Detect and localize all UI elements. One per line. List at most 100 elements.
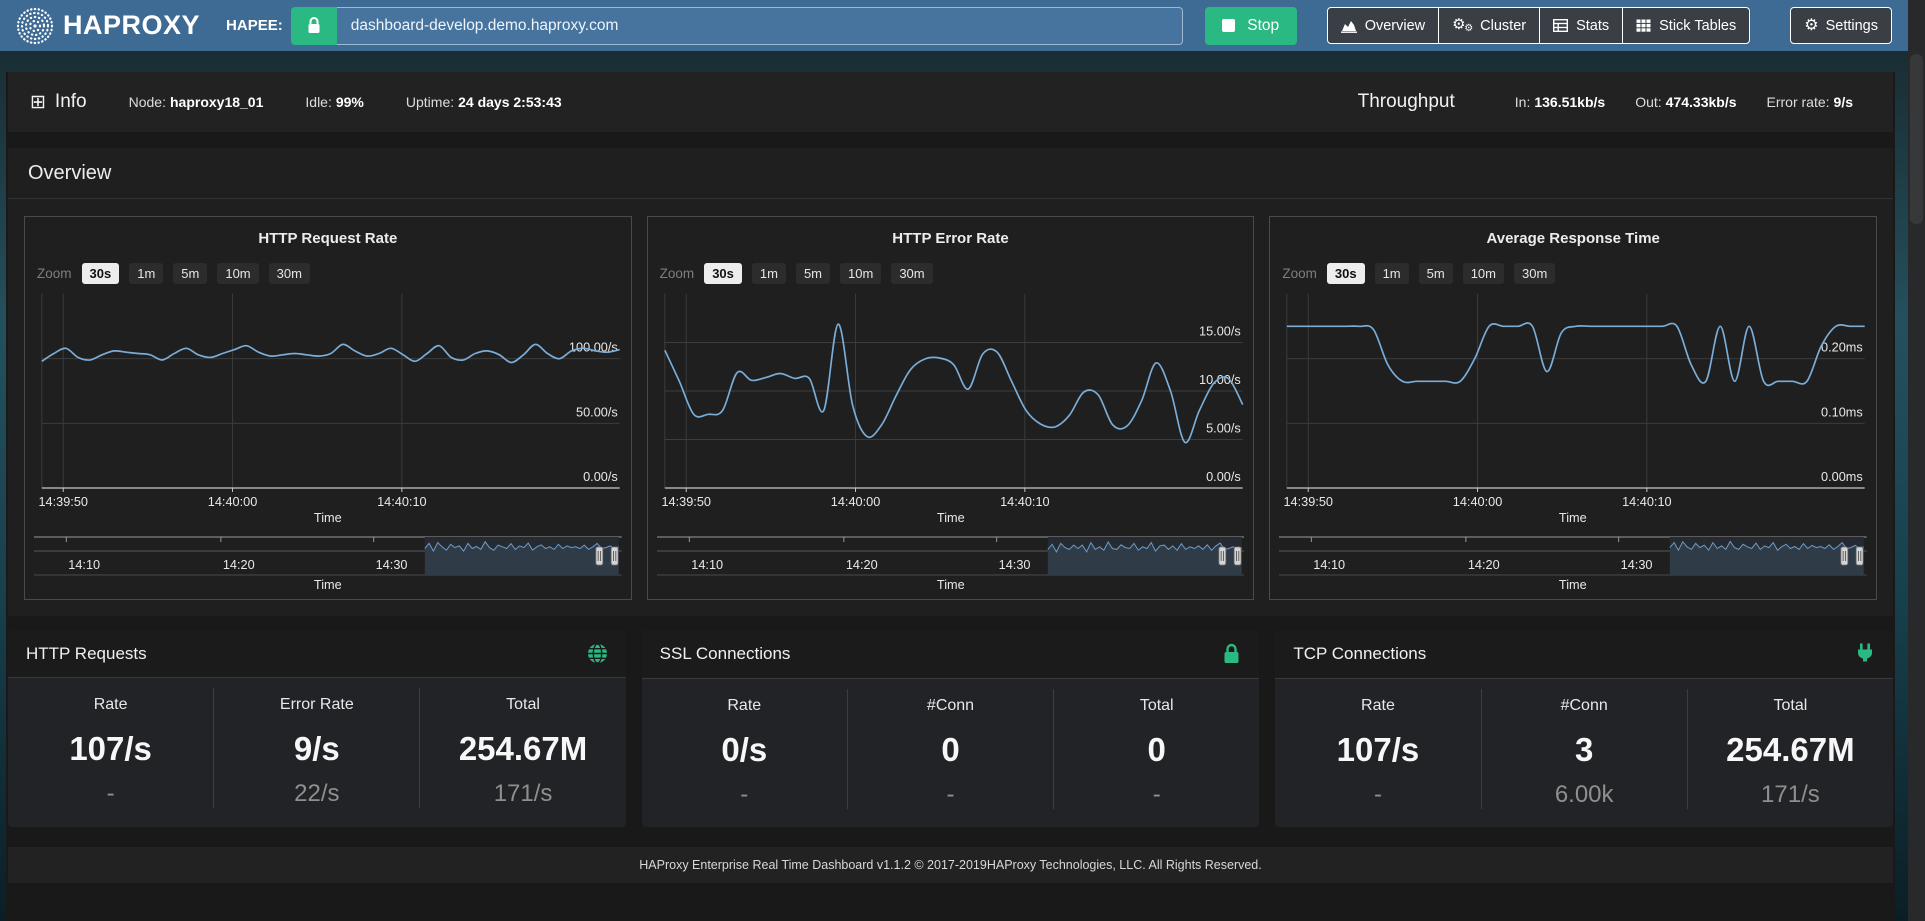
stat-label: Total — [1688, 697, 1893, 715]
stop-icon — [1222, 19, 1235, 32]
zoom-option-5m[interactable]: 5m — [796, 263, 830, 284]
info-title[interactable]: ⊞ Info — [30, 91, 87, 114]
card-header: HTTP Requests — [8, 630, 626, 678]
svg-text:14:40:10: 14:40:10 — [1000, 494, 1050, 509]
card-title: HTTP Requests — [26, 644, 147, 664]
svg-text:14:20: 14:20 — [1468, 557, 1500, 572]
card-tcp-connections: TCP Connections Rate 107/s - #Conn — [1275, 630, 1893, 827]
footer-text: HAProxy Enterprise Real Time Dashboard v… — [639, 858, 1262, 872]
stat-error-rate: Error Rate 9/s 22/s — [213, 688, 419, 808]
nav-button-label: Stick Tables — [1659, 18, 1736, 34]
range-slider-handle — [596, 547, 603, 565]
svg-text:14:40:10: 14:40:10 — [1622, 494, 1672, 509]
nav-button-overview[interactable]: Overview — [1327, 7, 1439, 44]
nav-button-label: Overview — [1365, 18, 1425, 34]
svg-text:Time: Time — [937, 577, 965, 592]
vertical-scrollbar[interactable] — [1908, 0, 1925, 921]
stat-value: 107/s — [8, 730, 213, 768]
svg-text:14:30: 14:30 — [1621, 557, 1653, 572]
nav-button-stick-tables[interactable]: Stick Tables — [1622, 7, 1750, 44]
svg-text:Time: Time — [937, 510, 965, 525]
svg-text:10.00/s: 10.00/s — [1199, 372, 1241, 387]
zoom-option-10m[interactable]: 10m — [217, 263, 258, 284]
stat-value: 0 — [848, 731, 1053, 769]
stop-button[interactable]: Stop — [1205, 7, 1297, 45]
svg-text:0.00ms: 0.00ms — [1821, 469, 1863, 484]
stat-conn: #Conn 3 6.00k — [1481, 689, 1687, 809]
idle-info: Idle:99% — [305, 94, 364, 110]
stat-label: Rate — [8, 696, 213, 714]
chart-title: HTTP Error Rate — [657, 230, 1245, 247]
svg-text:Time: Time — [314, 577, 342, 592]
settings-button[interactable]: ⚙ Settings — [1790, 7, 1892, 44]
section-heading: Overview — [8, 148, 1893, 199]
zoom-option-1m[interactable]: 1m — [752, 263, 786, 284]
svg-text:14:10: 14:10 — [691, 557, 723, 572]
nav-button-label: Stats — [1576, 18, 1609, 34]
svg-text:0.00/s: 0.00/s — [1206, 469, 1241, 484]
zoom-option-30s[interactable]: 30s — [704, 263, 742, 284]
stat-value: 3 — [1482, 731, 1687, 769]
chart-panel-http-error-rate: HTTP Error Rate Zoom 30s 1m 5m 10m 30m 1… — [647, 216, 1255, 600]
idle-value: 99% — [336, 94, 364, 110]
haproxy-brand: HAPROXY — [16, 7, 200, 45]
zoom-option-30m[interactable]: 30m — [269, 263, 310, 284]
range-selector[interactable]: 14:1014:2014:30Time — [657, 529, 1245, 593]
throughput-out: Out:474.33kb/s — [1635, 94, 1736, 110]
line-chart[interactable]: 14:39:5014:40:0014:40:100.00/s50.00/s100… — [34, 294, 622, 526]
stat-sub: 171/s — [1688, 781, 1893, 809]
stat-value: 107/s — [1275, 731, 1480, 769]
line-chart[interactable]: 14:39:5014:40:0014:40:100.00/s5.00/s10.0… — [657, 294, 1245, 526]
chart-panel-average-response-time: Average Response Time Zoom 30s 1m 5m 10m… — [1269, 216, 1877, 600]
info-bar: ⊞ Info Node:haproxy18_01 Idle:99% Uptime… — [8, 72, 1893, 132]
zoom-label: Zoom — [1282, 266, 1317, 281]
stat-total: Total 254.67M 171/s — [1687, 689, 1893, 809]
out-value: 474.33kb/s — [1666, 94, 1737, 110]
range-selector[interactable]: 14:1014:2014:30Time — [34, 529, 622, 593]
card-header: SSL Connections — [642, 630, 1260, 679]
stat-value: 0 — [1054, 731, 1259, 769]
svg-text:15.00/s: 15.00/s — [1199, 323, 1241, 338]
throughput-in: In:136.51kb/s — [1515, 94, 1605, 110]
error-rate: Error rate:9/s — [1767, 94, 1853, 110]
card-ssl-connections: SSL Connections Rate 0/s - #Conn 0 - — [642, 630, 1260, 827]
card-body: Rate 0/s - #Conn 0 - Total 0 - — [642, 679, 1260, 827]
svg-text:14:39:50: 14:39:50 — [1284, 494, 1334, 509]
stat-sub: - — [1275, 781, 1480, 809]
svg-text:14:20: 14:20 — [223, 557, 255, 572]
stat-sub: - — [642, 781, 847, 809]
line-chart[interactable]: 14:39:5014:40:0014:40:100.00ms0.10ms0.20… — [1279, 294, 1867, 526]
zoom-option-30m[interactable]: 30m — [1514, 263, 1555, 284]
scrollbar-thumb[interactable] — [1910, 54, 1923, 224]
zoom-option-5m[interactable]: 5m — [173, 263, 207, 284]
card-title: SSL Connections — [660, 644, 791, 664]
url-lock-button[interactable] — [291, 7, 337, 45]
stat-sub: 6.00k — [1482, 781, 1687, 809]
zoom-option-10m[interactable]: 10m — [1463, 263, 1504, 284]
zoom-option-1m[interactable]: 1m — [1375, 263, 1409, 284]
info-title-label: Info — [55, 91, 87, 113]
haproxy-logo-icon — [16, 7, 54, 45]
zoom-option-30s[interactable]: 30s — [1327, 263, 1365, 284]
range-slider-handle — [1841, 547, 1848, 565]
lock-icon — [1222, 643, 1241, 665]
zoom-option-10m[interactable]: 10m — [840, 263, 881, 284]
expand-plus-icon[interactable]: ⊞ — [30, 91, 46, 114]
svg-text:14:40:10: 14:40:10 — [377, 494, 427, 509]
range-selector[interactable]: 14:1014:2014:30Time — [1279, 529, 1867, 593]
settings-label: Settings — [1826, 18, 1878, 34]
zoom-controls: Zoom 30s 1m 5m 10m 30m — [660, 263, 1245, 284]
globe-icon — [587, 643, 608, 664]
svg-text:0.10ms: 0.10ms — [1821, 404, 1863, 419]
zoom-option-30s[interactable]: 30s — [82, 263, 120, 284]
svg-text:Time: Time — [1559, 510, 1587, 525]
zoom-option-5m[interactable]: 5m — [1419, 263, 1453, 284]
zoom-option-30m[interactable]: 30m — [891, 263, 932, 284]
nav-button-stats[interactable]: Stats — [1539, 7, 1623, 44]
nav-button-cluster[interactable]: ⚙⚙ Cluster — [1438, 7, 1540, 44]
card-body: Rate 107/s - Error Rate 9/s 22/s Total 2… — [8, 678, 626, 826]
svg-text:5.00/s: 5.00/s — [1206, 420, 1241, 435]
url-input[interactable] — [337, 7, 1183, 45]
svg-text:14:20: 14:20 — [846, 557, 878, 572]
zoom-option-1m[interactable]: 1m — [129, 263, 163, 284]
